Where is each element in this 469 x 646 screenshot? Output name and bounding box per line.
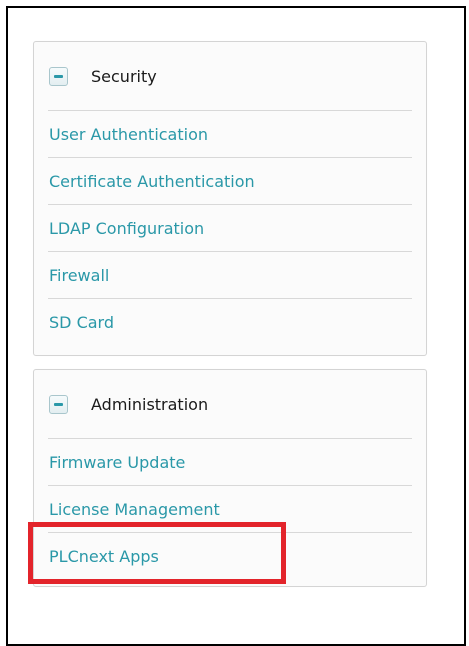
menu-item-plcnext-apps: PLCnext Apps [48,533,412,580]
sd-card-link[interactable]: SD Card [49,313,114,332]
user-authentication-link[interactable]: User Authentication [49,125,208,144]
certificate-authentication-link[interactable]: Certificate Authentication [49,172,255,191]
menu-item-ldap-configuration: LDAP Configuration [48,205,412,252]
administration-panel: Administration Firmware Update License M… [33,369,427,587]
administration-panel-header: Administration [48,370,412,439]
menu-item-firewall: Firewall [48,252,412,299]
menu-item-license-management: License Management [48,486,412,533]
minus-icon [54,74,63,78]
security-collapse-button[interactable] [49,66,68,86]
menu-item-certificate-authentication: Certificate Authentication [48,158,412,205]
security-menu: User Authentication Certificate Authenti… [48,111,412,346]
plcnext-apps-link[interactable]: PLCnext Apps [49,547,159,566]
firmware-update-link[interactable]: Firmware Update [49,453,185,472]
firewall-link[interactable]: Firewall [49,266,109,285]
administration-panel-title: Administration [91,394,209,414]
ldap-configuration-link[interactable]: LDAP Configuration [49,219,204,238]
security-panel-header: Security [48,42,412,111]
license-management-link[interactable]: License Management [49,500,220,519]
security-panel-title: Security [91,66,157,86]
menu-item-sd-card: SD Card [48,299,412,346]
administration-collapse-button[interactable] [49,394,68,414]
minus-icon [54,402,63,406]
menu-item-user-authentication: User Authentication [48,111,412,158]
security-panel: Security User Authentication Certificate… [33,41,427,356]
menu-item-firmware-update: Firmware Update [48,439,412,486]
administration-menu: Firmware Update License Management PLCne… [48,439,412,580]
